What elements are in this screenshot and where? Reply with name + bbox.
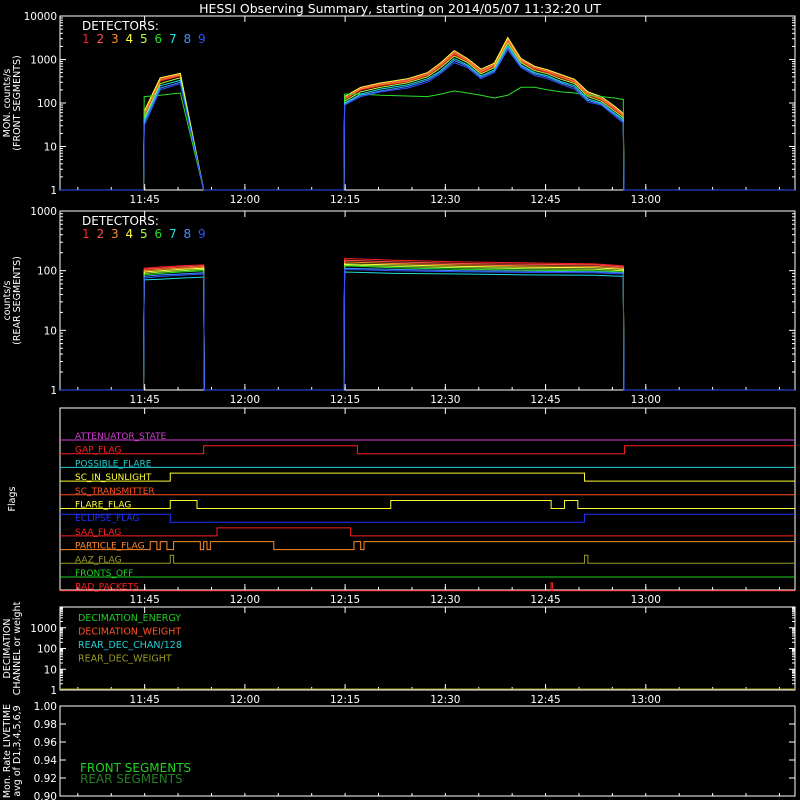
- front-y-tick-label: 1: [50, 185, 57, 197]
- rear-legend-entry: 3: [111, 227, 119, 241]
- front-legend-entry: 3: [111, 32, 119, 46]
- flags-y-label: Flags: [7, 486, 18, 511]
- decimation-y-tick-label: 1: [50, 685, 57, 697]
- rear-legend-entry: 9: [198, 227, 206, 241]
- front-legend-entry: 8: [184, 32, 192, 46]
- rear-legend-title: DETECTORS:: [82, 214, 159, 228]
- decimation-legend-entry: DECIMATION_WEIGHT: [78, 627, 181, 638]
- rear-legend-entry: 4: [126, 227, 134, 241]
- decimation-y-tick-label: 100: [37, 644, 57, 656]
- rear-legend-entry: 1: [82, 227, 90, 241]
- summary-plot: HESSI Observing Summary, starting on 201…: [0, 0, 800, 800]
- decimation-x-tick-label: 12:15: [330, 694, 360, 706]
- livetime-y-tick-label: 1.00: [34, 701, 57, 713]
- front-legend-title: DETECTORS:: [82, 19, 159, 33]
- front-legend-entry: 2: [97, 32, 105, 46]
- rear-x-tick-label: 12:00: [230, 394, 260, 406]
- decimation-legend-entry: DECIMATION_ENERGY: [78, 613, 181, 624]
- front-x-tick-label: 12:00: [230, 194, 260, 206]
- rear-legend-entry: 8: [184, 227, 192, 241]
- decimation-x-tick-label: 12:30: [430, 694, 460, 706]
- rear-legend-entry: 2: [97, 227, 105, 241]
- flags-x-tick-label: 11:45: [130, 594, 160, 606]
- front-x-tick-label: 12:45: [530, 194, 560, 206]
- decimation-x-tick-label: 11:45: [130, 694, 160, 706]
- flags-x-tick-label: 12:30: [430, 594, 460, 606]
- front-x-tick-label: 12:30: [430, 194, 460, 206]
- livetime-y-tick-label: 0.94: [34, 755, 58, 767]
- decimation-y-label: CHANNEL or weight: [12, 601, 23, 695]
- plot-background: [0, 0, 800, 800]
- front-legend-entry: 4: [126, 32, 134, 46]
- front-x-tick-label: 12:15: [330, 194, 360, 206]
- front-legend-entry: 6: [155, 32, 163, 46]
- front-x-tick-label: 11:45: [130, 194, 160, 206]
- figure-title: HESSI Observing Summary, starting on 201…: [199, 1, 601, 16]
- front-y-tick-label: 10000: [24, 11, 57, 23]
- front-legend-entry: 1: [82, 32, 90, 46]
- front-legend-entry: 5: [140, 32, 148, 46]
- livetime-y-label: avg of D1,3,4,5,6,9: [12, 705, 23, 796]
- decimation-legend-entry: REAR_DEC_CHAN/128: [78, 640, 182, 651]
- rear-legend-entry: 5: [140, 227, 148, 241]
- rear-x-tick-label: 13:00: [631, 394, 661, 406]
- rear-y-tick-label: 10: [44, 325, 57, 337]
- flag-label: ECLIPSE_FLAG: [75, 514, 139, 524]
- livetime-y-tick-label: 0.92: [34, 773, 57, 785]
- flags-x-tick-label: 12:00: [230, 594, 260, 606]
- decimation-x-tick-label: 12:45: [530, 694, 560, 706]
- flags-x-tick-label: 12:15: [330, 594, 360, 606]
- flags-x-tick-label: 12:45: [530, 594, 560, 606]
- front-y-tick-label: 1000: [30, 55, 57, 67]
- rear-legend-entry: 7: [169, 227, 177, 241]
- decimation-legend-entry: REAR_DEC_WEIGHT: [78, 654, 172, 665]
- rear-x-tick-label: 12:15: [330, 394, 360, 406]
- decimation-y-tick-label: 10: [44, 664, 57, 676]
- rear-y-tick-label: 100: [37, 266, 57, 278]
- rear-y-tick-label: 1: [50, 385, 57, 397]
- decimation-x-tick-label: 12:00: [230, 694, 260, 706]
- rear-legend-entry: 6: [155, 227, 163, 241]
- flags-x-tick-label: 13:00: [631, 594, 661, 606]
- front-legend-entry: 7: [169, 32, 177, 46]
- front-x-tick-label: 13:00: [631, 194, 661, 206]
- livetime-y-tick-label: 0.98: [34, 719, 57, 731]
- rear-x-tick-label: 11:45: [130, 394, 160, 406]
- livetime-y-tick-label: 0.96: [34, 737, 58, 749]
- front-y-tick-label: 100: [37, 98, 57, 110]
- livetime-legend-entry: REAR SEGMENTS: [80, 772, 183, 786]
- decimation-x-tick-label: 13:00: [631, 694, 661, 706]
- rear-x-tick-label: 12:30: [430, 394, 460, 406]
- livetime-y-tick-label: 0.90: [34, 791, 57, 800]
- front-y-label: (FRONT SEGMENTS): [12, 55, 23, 150]
- front-y-tick-label: 10: [44, 142, 57, 154]
- rear-x-tick-label: 12:45: [530, 394, 560, 406]
- decimation-y-tick-label: 1000: [30, 623, 57, 635]
- rear-y-tick-label: 1000: [30, 206, 57, 218]
- rear-y-label: (REAR SEGMENTS): [12, 256, 23, 345]
- front-legend-entry: 9: [198, 32, 206, 46]
